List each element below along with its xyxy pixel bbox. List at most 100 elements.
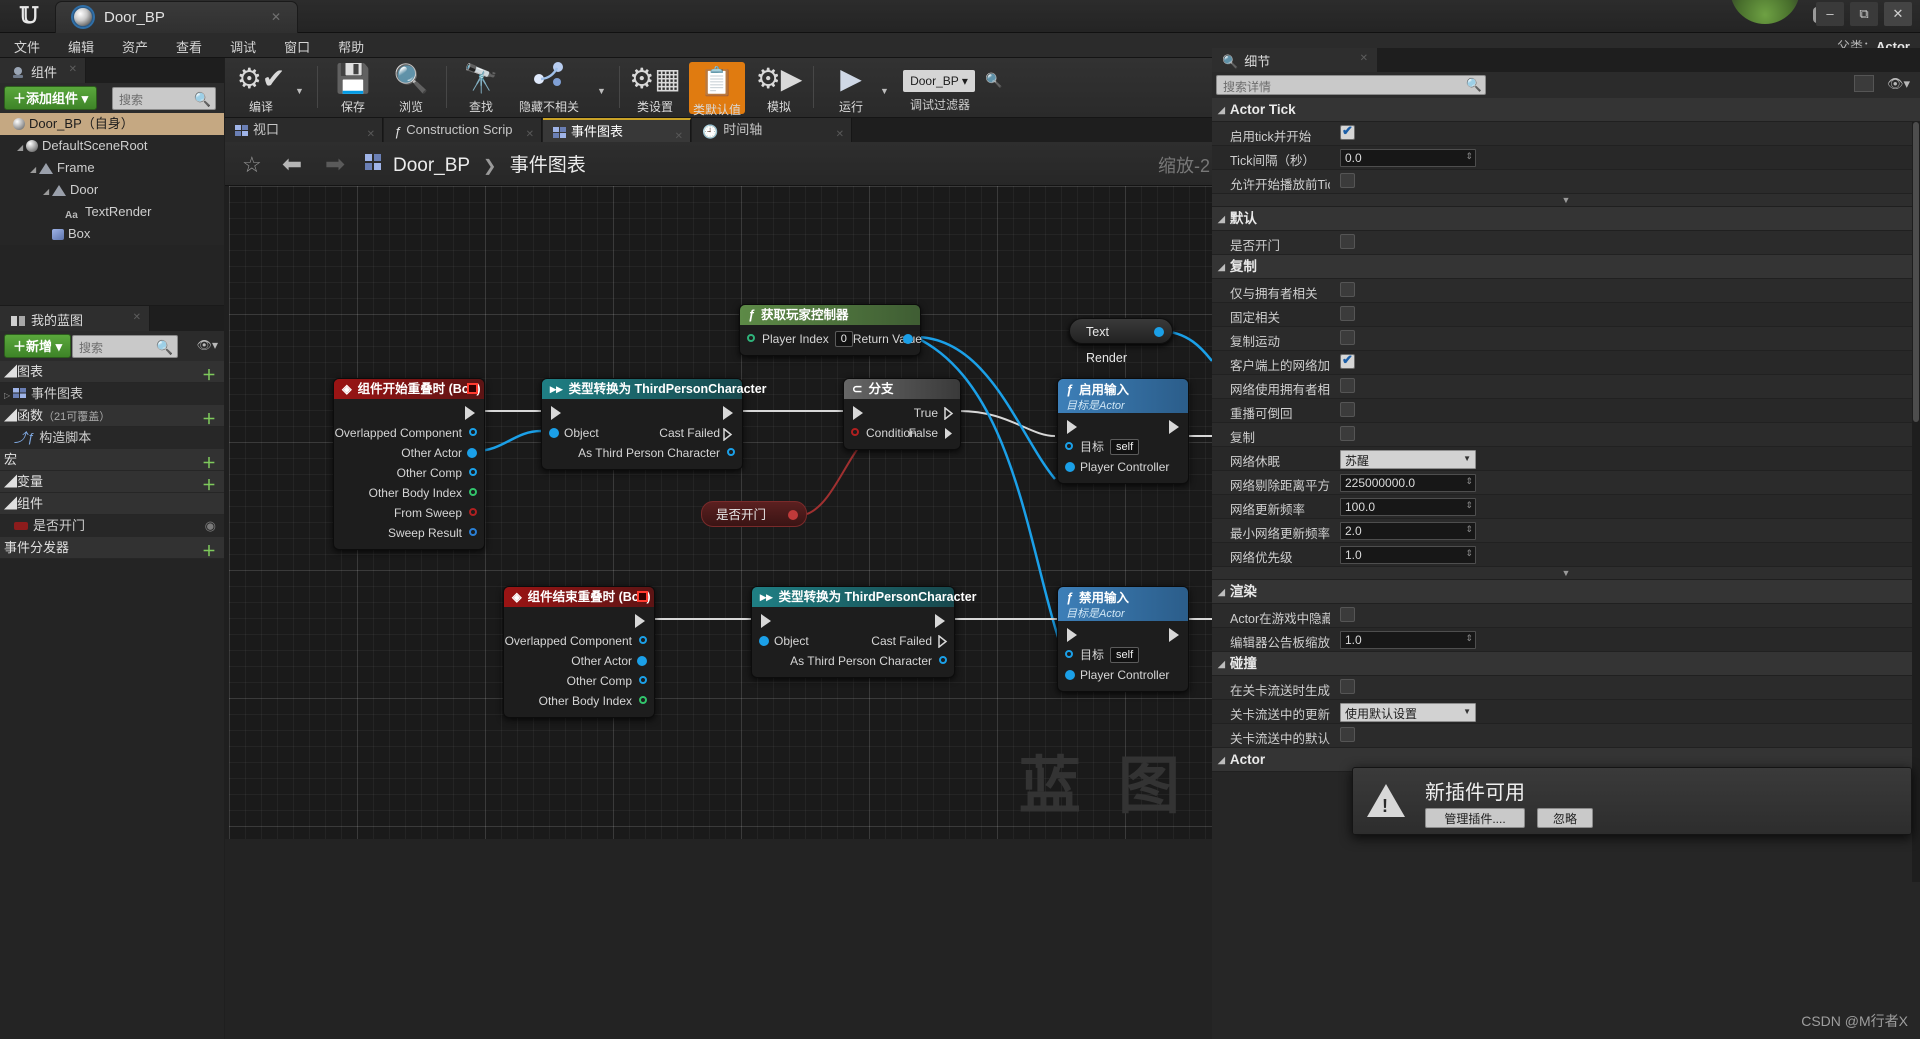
exec-out-pin-icon[interactable] bbox=[723, 406, 733, 420]
details-scrollbar[interactable] bbox=[1912, 122, 1920, 882]
spinner-icon[interactable]: ⇕ bbox=[1465, 151, 1473, 162]
details-property-row[interactable]: 关卡流送中的默认更新 bbox=[1212, 724, 1920, 748]
add-icon[interactable]: ＋ bbox=[202, 540, 216, 562]
details-property-row[interactable]: Tick间隔（秒） 0.0 ⇕ bbox=[1212, 146, 1920, 170]
node-cast-third-person-2[interactable]: ▸▸ 类型转换为 ThirdPersonCharacter Object Cast… bbox=[751, 586, 977, 678]
eye-icon[interactable]: 👁▾ bbox=[1887, 76, 1910, 92]
property-checkbox[interactable] bbox=[1340, 173, 1355, 188]
pin-other-comp[interactable]: Other Comp bbox=[334, 463, 484, 483]
property-checkbox[interactable] bbox=[1340, 679, 1355, 694]
exec-in-pin-icon[interactable] bbox=[1067, 420, 1077, 434]
toolbar-class-settings[interactable]: ⚙▦ 类设置 bbox=[627, 60, 683, 115]
property-checkbox[interactable] bbox=[1340, 378, 1355, 393]
details-property-row[interactable]: 固定相关 bbox=[1212, 303, 1920, 327]
add-icon[interactable]: ＋ bbox=[202, 408, 216, 430]
debug-filter-combo[interactable]: Door_BP ▾ bbox=[903, 70, 975, 92]
expand-arrow-icon[interactable]: ◢ bbox=[1218, 98, 1225, 122]
property-value[interactable] bbox=[1340, 173, 1355, 191]
back-arrow-icon[interactable]: ⬅ bbox=[282, 150, 302, 179]
view-options-icon[interactable]: 👁▾ bbox=[197, 338, 218, 352]
property-checkbox[interactable] bbox=[1340, 282, 1355, 297]
details-property-row[interactable]: 复制 bbox=[1212, 423, 1920, 447]
myblueprint-section[interactable]: ◢图表 ＋ bbox=[0, 361, 224, 383]
details-section-header[interactable]: ◢ 渲染 bbox=[1212, 580, 1920, 604]
node-end-overlap[interactable]: ◈ 组件结束重叠时 (Box) Overlapped Component Othe… bbox=[503, 586, 655, 718]
details-property-row[interactable]: 网络使用拥有者相关 bbox=[1212, 375, 1920, 399]
cast-failed-exec-pin[interactable] bbox=[723, 427, 733, 442]
pin-exec-row[interactable] bbox=[542, 403, 742, 423]
input-pin-dot[interactable] bbox=[747, 334, 755, 342]
pin-object-row[interactable]: Object Cast Failed bbox=[752, 631, 954, 651]
node-branch[interactable]: ⊂ 分支 True Condition False bbox=[843, 378, 961, 450]
pin-from-sweep[interactable]: From Sweep bbox=[334, 503, 484, 523]
exec-in-pin-icon[interactable] bbox=[1067, 628, 1077, 642]
output-pin-dot[interactable] bbox=[788, 510, 798, 520]
details-property-row[interactable]: 复制运动 bbox=[1212, 327, 1920, 351]
input-pin-dot[interactable] bbox=[1065, 670, 1075, 680]
property-field[interactable]: 1.0 ⇕ bbox=[1340, 546, 1476, 564]
exec-out-pin-icon[interactable] bbox=[1169, 420, 1179, 434]
toolbar-compile[interactable]: ⚙✔ 编译 bbox=[233, 60, 289, 115]
property-checkbox[interactable] bbox=[1340, 330, 1355, 345]
pin-other-actor[interactable]: Other Actor bbox=[504, 651, 654, 671]
forward-arrow-icon[interactable]: ➡ bbox=[325, 150, 345, 179]
condition-pin-dot[interactable] bbox=[851, 428, 859, 436]
component-tree-row[interactable]: Box bbox=[0, 223, 224, 245]
exec-pin-icon[interactable] bbox=[635, 614, 645, 628]
property-value[interactable] bbox=[1340, 282, 1355, 300]
pin-sweep-result[interactable]: Sweep Result bbox=[334, 523, 484, 543]
expand-arrow-icon[interactable]: ◢ bbox=[17, 137, 26, 159]
hide-unrelated-dropdown-caret[interactable]: ▼ bbox=[597, 86, 606, 96]
property-checkbox[interactable] bbox=[1340, 352, 1355, 369]
spinner-icon[interactable]: ⇕ bbox=[1465, 548, 1473, 559]
pin-player-index[interactable]: Player Index 0 Return Value bbox=[740, 329, 922, 349]
property-value[interactable] bbox=[1340, 352, 1355, 372]
menu-item-asset[interactable]: 资产 bbox=[108, 33, 162, 60]
output-pin-dot[interactable] bbox=[637, 656, 647, 666]
myblueprint-item[interactable]: ▷ 事件图表 bbox=[0, 383, 224, 405]
close-icon[interactable]: ✕ bbox=[133, 312, 141, 323]
exec-in-pin-icon[interactable] bbox=[761, 614, 771, 628]
toolbar-hide-unrelated[interactable]: 隐藏不相关 bbox=[510, 60, 588, 115]
pin-other-body-index[interactable]: Other Body Index bbox=[334, 483, 484, 503]
property-value[interactable]: 苏醒 ▼ bbox=[1340, 450, 1476, 469]
myblueprint-section[interactable]: 宏＋ bbox=[0, 449, 224, 471]
pin-as-third-person-character[interactable]: As Third Person Character bbox=[542, 443, 742, 463]
details-property-row[interactable]: 最小网络更新频率 2.0 ⇕ bbox=[1212, 519, 1920, 543]
expand-arrow-icon[interactable]: ◢ bbox=[4, 474, 17, 489]
menu-item-debug[interactable]: 调试 bbox=[216, 33, 270, 60]
tab-viewport[interactable]: 视口 ✕ bbox=[225, 118, 383, 142]
add-component-button[interactable]: ＋添加组件 ▾ bbox=[4, 86, 98, 110]
property-field[interactable]: 100.0 ⇕ bbox=[1340, 498, 1476, 516]
output-pin-dot[interactable] bbox=[903, 334, 913, 344]
pin-as-third-person-character[interactable]: As Third Person Character bbox=[752, 651, 954, 671]
property-checkbox[interactable] bbox=[1340, 306, 1355, 321]
menu-item-file[interactable]: 文件 bbox=[0, 33, 54, 60]
component-tree-row[interactable]: Aa TextRender bbox=[0, 201, 224, 223]
myblueprint-section[interactable]: ◢组件 bbox=[0, 493, 224, 515]
visibility-icon[interactable]: ◉ bbox=[205, 515, 216, 537]
expand-arrow-icon[interactable]: ▷ bbox=[4, 385, 13, 407]
property-checkbox[interactable] bbox=[1340, 123, 1355, 140]
expand-arrow-icon[interactable]: ◢ bbox=[1218, 255, 1225, 279]
pin-exec-out[interactable] bbox=[504, 611, 654, 631]
details-section-header[interactable]: ◢ 碰撞 bbox=[1212, 652, 1920, 676]
node-cast-third-person-1[interactable]: ▸▸ 类型转换为 ThirdPersonCharacter Object Cast… bbox=[541, 378, 767, 470]
details-property-row[interactable]: 启用tick并开始 bbox=[1212, 122, 1920, 146]
add-new-button[interactable]: ＋新增 ▾ bbox=[4, 334, 72, 358]
document-tab[interactable]: Door_BP ✕ bbox=[55, 1, 298, 33]
node-get-player-controller[interactable]: ƒ 获取玩家控制器 Player Index 0 Return Value bbox=[739, 304, 922, 356]
ignore-button[interactable]: 忽略 bbox=[1537, 808, 1593, 828]
myblueprint-section[interactable]: ◢变量＋ bbox=[0, 471, 224, 493]
maximize-button[interactable]: ⧉ bbox=[1850, 2, 1878, 26]
toolbar-find[interactable]: 🔭 查找 bbox=[453, 60, 509, 115]
property-value[interactable] bbox=[1340, 679, 1355, 697]
property-value[interactable] bbox=[1340, 426, 1355, 444]
details-section-header[interactable]: ◢ Actor Tick bbox=[1212, 98, 1920, 122]
minimize-button[interactable]: – bbox=[1816, 2, 1844, 26]
property-value[interactable] bbox=[1340, 607, 1355, 625]
input-pin-dot[interactable] bbox=[1065, 442, 1073, 450]
component-tree-row[interactable]: ◢ Door bbox=[0, 179, 224, 201]
property-value[interactable]: 1.0 ⇕ bbox=[1340, 631, 1476, 649]
details-property-row[interactable]: 客户端上的网络加载 bbox=[1212, 351, 1920, 375]
